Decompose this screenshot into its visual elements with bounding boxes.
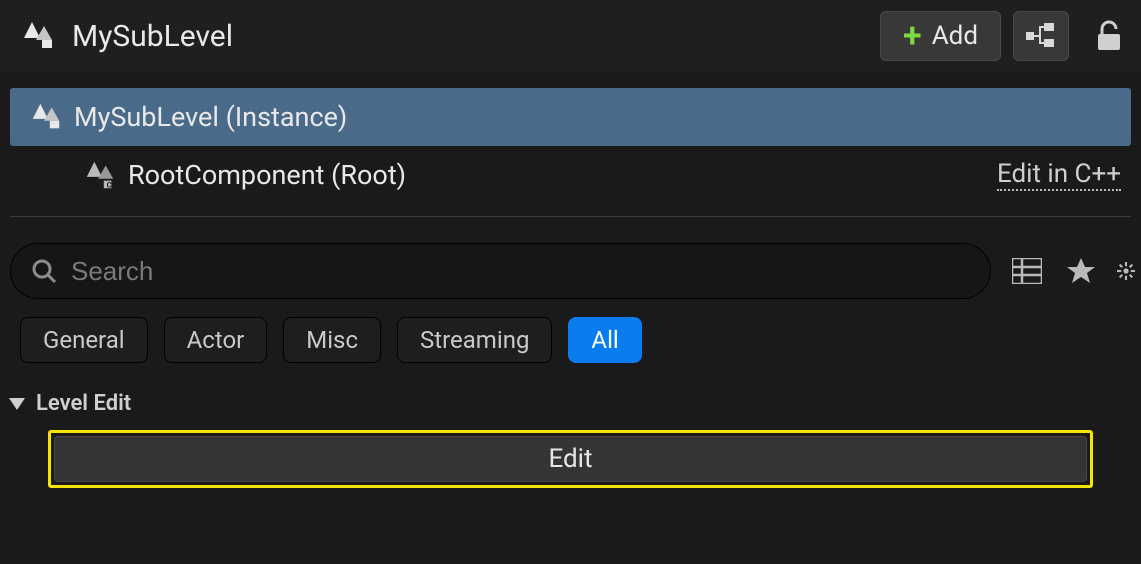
- search-row: [0, 217, 1141, 299]
- edit-button[interactable]: Edit: [54, 436, 1087, 482]
- settings-icon[interactable]: [1117, 253, 1135, 289]
- section-header[interactable]: Level Edit: [0, 391, 1141, 416]
- search-input[interactable]: [71, 256, 970, 287]
- outliner-item-label: MySubLevel (Instance): [74, 101, 1131, 133]
- edit-highlight: Edit: [48, 430, 1093, 488]
- add-button[interactable]: + Add: [880, 11, 1001, 61]
- filter-streaming[interactable]: Streaming: [397, 317, 552, 363]
- svg-text:C: C: [107, 180, 112, 189]
- outliner-item-child[interactable]: C RootComponent (Root) Edit in C++: [0, 146, 1141, 204]
- collapse-icon: [8, 395, 26, 413]
- filter-row: General Actor Misc Streaming All: [0, 299, 1141, 363]
- level-icon: [18, 16, 58, 56]
- add-button-label: Add: [932, 21, 978, 51]
- header-buttons: + Add: [880, 11, 1141, 61]
- root-component-icon: C: [80, 158, 120, 192]
- search-box[interactable]: [10, 243, 991, 299]
- filter-misc[interactable]: Misc: [283, 317, 381, 363]
- outliner-child-label: RootComponent (Root): [128, 159, 997, 191]
- edit-in-cpp-link[interactable]: Edit in C++: [997, 159, 1121, 191]
- filter-actor[interactable]: Actor: [164, 317, 268, 363]
- page-title: MySubLevel: [72, 19, 880, 54]
- filter-general[interactable]: General: [20, 317, 148, 363]
- plus-icon: +: [903, 19, 922, 53]
- outliner-item-selected[interactable]: MySubLevel (Instance): [10, 88, 1131, 146]
- section-level-edit: Level Edit Edit: [0, 391, 1141, 504]
- table-view-icon[interactable]: [1009, 253, 1045, 289]
- favorite-icon[interactable]: [1063, 253, 1099, 289]
- lock-icon-button[interactable]: [1081, 11, 1137, 61]
- search-icon: [31, 258, 57, 284]
- header: MySubLevel + Add: [0, 0, 1141, 72]
- filter-all[interactable]: All: [568, 317, 641, 363]
- level-instance-icon: [26, 100, 66, 134]
- outliner: MySubLevel (Instance) C RootComponent (R…: [0, 72, 1141, 217]
- hierarchy-icon-button[interactable]: [1013, 11, 1069, 61]
- section-title: Level Edit: [36, 391, 131, 416]
